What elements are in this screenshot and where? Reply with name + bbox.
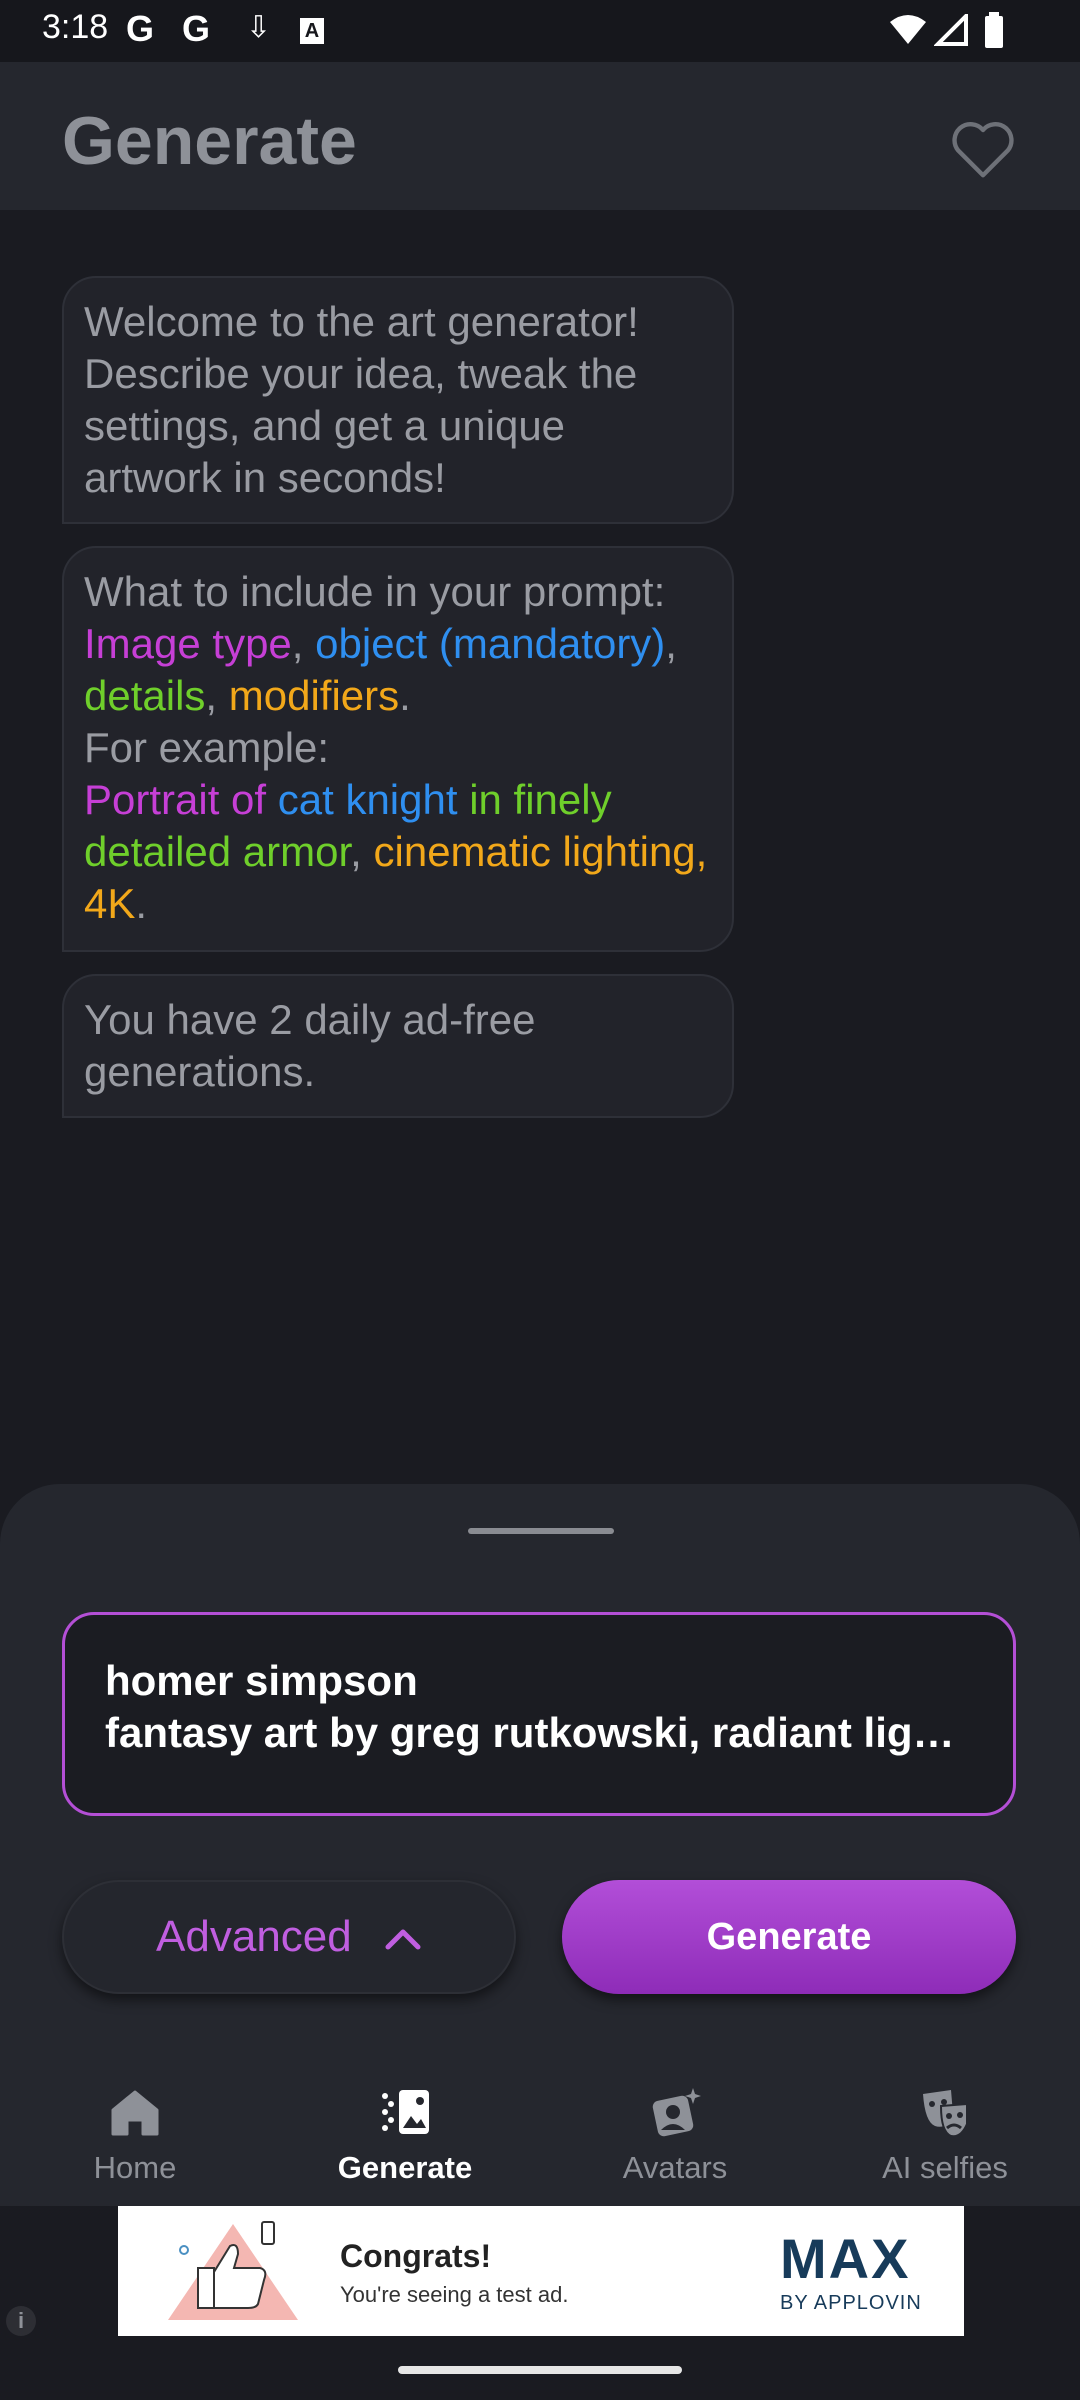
bottom-nav: Home Generate Avatars AI selfies bbox=[0, 2058, 1080, 2206]
example-period: . bbox=[135, 880, 148, 927]
heart-icon[interactable] bbox=[948, 114, 1018, 184]
ai-selfies-icon bbox=[923, 2090, 968, 2138]
status-bar: 3:18 G G ⇩ A bbox=[0, 0, 1080, 62]
google-icon: G bbox=[126, 8, 155, 49]
a-icon: A bbox=[300, 18, 324, 44]
tip-image-type: Image type bbox=[84, 620, 292, 667]
nav-generate[interactable]: Generate bbox=[270, 2058, 540, 2206]
ad-brand-by: BY APPLOVIN bbox=[780, 2292, 922, 2314]
example-type: Portrait of bbox=[84, 776, 278, 823]
nav-avatars[interactable]: Avatars bbox=[540, 2058, 810, 2206]
prompt-input[interactable]: homer simpson fantasy art by greg rutkow… bbox=[62, 1612, 1016, 1816]
tip-modifiers: modifiers bbox=[228, 672, 400, 719]
generate-button[interactable]: Generate bbox=[562, 1880, 1016, 1994]
page-title: Generate bbox=[62, 103, 357, 179]
app-bar: Generate bbox=[0, 62, 1080, 210]
prompt-line-2: fantasy art by greg rutkowski, radiant l… bbox=[105, 1709, 973, 1756]
gesture-bar[interactable] bbox=[398, 2366, 682, 2374]
tip-separator: , bbox=[665, 620, 677, 667]
tip-period: . bbox=[399, 672, 411, 719]
generate-icon bbox=[382, 2090, 429, 2134]
advanced-button[interactable]: Advanced bbox=[62, 1880, 516, 1994]
prompt-tips-message: What to include in your prompt: Image ty… bbox=[62, 546, 734, 952]
signal-icon bbox=[934, 14, 968, 46]
thumbs-up-icon bbox=[168, 2221, 298, 2320]
tip-object: object (mandatory) bbox=[315, 620, 666, 667]
ad-subtext: You're seeing a test ad. bbox=[340, 2282, 569, 2307]
google-icon: G bbox=[182, 8, 211, 49]
ad-brand: MAX bbox=[780, 2227, 911, 2290]
advanced-label: Advanced bbox=[156, 1912, 352, 1961]
nav-home[interactable]: Home bbox=[0, 2058, 270, 2206]
quota-text: You have 2 daily ad-free generations. bbox=[84, 996, 536, 1095]
nav-generate-label: Generate bbox=[337, 2150, 473, 2185]
tip-separator: , bbox=[291, 620, 316, 667]
status-time: 3:18 bbox=[42, 8, 109, 46]
nav-ai-selfies[interactable]: AI selfies bbox=[810, 2058, 1080, 2206]
avatars-icon bbox=[652, 2088, 701, 2137]
quota-message: You have 2 daily ad-free generations. bbox=[62, 974, 734, 1118]
sheet-drag-handle[interactable] bbox=[468, 1528, 614, 1534]
example-intro: For example: bbox=[84, 724, 330, 771]
tips-intro: What to include in your prompt: bbox=[84, 568, 666, 615]
battery-icon bbox=[985, 12, 1003, 48]
example-object: cat knight bbox=[277, 776, 458, 823]
nav-ai-selfies-label: AI selfies bbox=[882, 2150, 1008, 2185]
chevron-up-icon bbox=[385, 1929, 421, 1950]
ad-headline: Congrats! bbox=[340, 2238, 492, 2274]
welcome-message: Welcome to the art generator! Describe y… bbox=[62, 276, 734, 524]
tip-details: details bbox=[84, 672, 206, 719]
wifi-icon bbox=[890, 15, 926, 44]
nav-home-label: Home bbox=[93, 2150, 177, 2185]
nav-avatars-label: Avatars bbox=[622, 2150, 728, 2185]
ad-banner[interactable]: Congrats! You're seeing a test ad. MAX B… bbox=[118, 2206, 964, 2336]
ad-info-icon[interactable]: i bbox=[6, 2306, 36, 2336]
example-separator: , bbox=[350, 828, 374, 875]
welcome-text: Welcome to the art generator! Describe y… bbox=[84, 298, 639, 501]
tip-separator: , bbox=[205, 672, 229, 719]
prompt-line-1: homer simpson bbox=[105, 1657, 418, 1704]
download-icon: ⇩ bbox=[246, 11, 272, 44]
home-icon bbox=[111, 2090, 159, 2136]
